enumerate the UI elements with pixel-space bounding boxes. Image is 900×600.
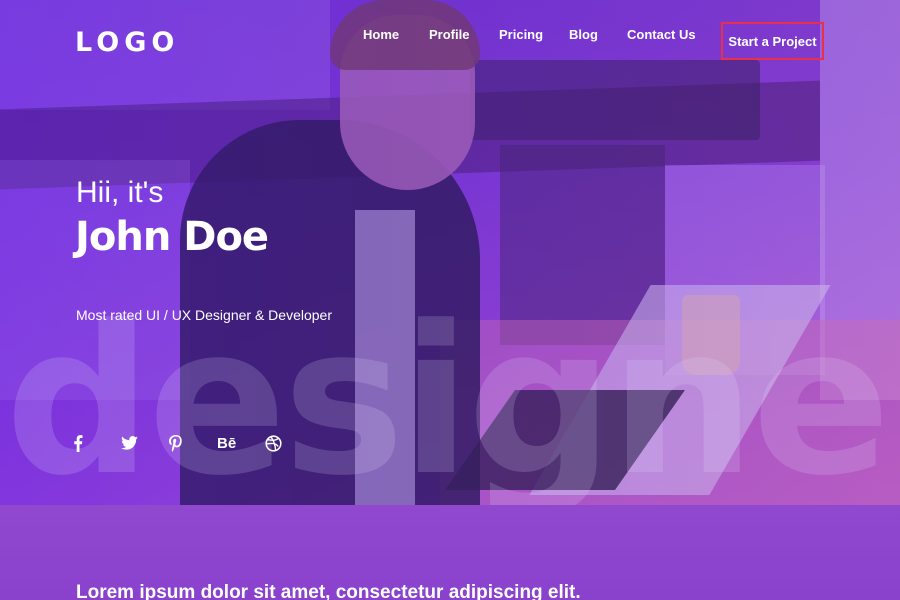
hero-name: John Doe xyxy=(75,214,269,260)
twitter-icon[interactable] xyxy=(121,432,169,454)
hero-greeting: Hii, it's xyxy=(76,176,164,209)
behance-label: Bē xyxy=(217,434,237,452)
background-word: designer xyxy=(5,283,900,505)
dribbble-icon[interactable] xyxy=(265,432,313,454)
start-project-button[interactable]: Start a Project xyxy=(721,22,824,60)
nav-profile[interactable]: Profile xyxy=(429,27,469,42)
nav-pricing[interactable]: Pricing xyxy=(499,27,543,42)
section-heading: Lorem ipsum dolor sit amet, consectetur … xyxy=(76,582,581,600)
nav-blog[interactable]: Blog xyxy=(569,27,598,42)
hero-section: designer LOGO Home Profile Pricing Blog … xyxy=(0,0,900,505)
behance-icon[interactable]: Bē xyxy=(217,432,265,454)
pinterest-icon[interactable] xyxy=(169,432,217,454)
social-links: Bē xyxy=(73,432,313,454)
content-section: Lorem ipsum dolor sit amet, consectetur … xyxy=(0,505,900,600)
logo[interactable]: LOGO xyxy=(75,27,179,58)
hero-tagline: Most rated UI / UX Designer & Developer xyxy=(76,307,332,323)
facebook-icon[interactable] xyxy=(73,432,121,454)
nav-home[interactable]: Home xyxy=(363,27,399,42)
nav-contact-us[interactable]: Contact Us xyxy=(627,27,696,42)
